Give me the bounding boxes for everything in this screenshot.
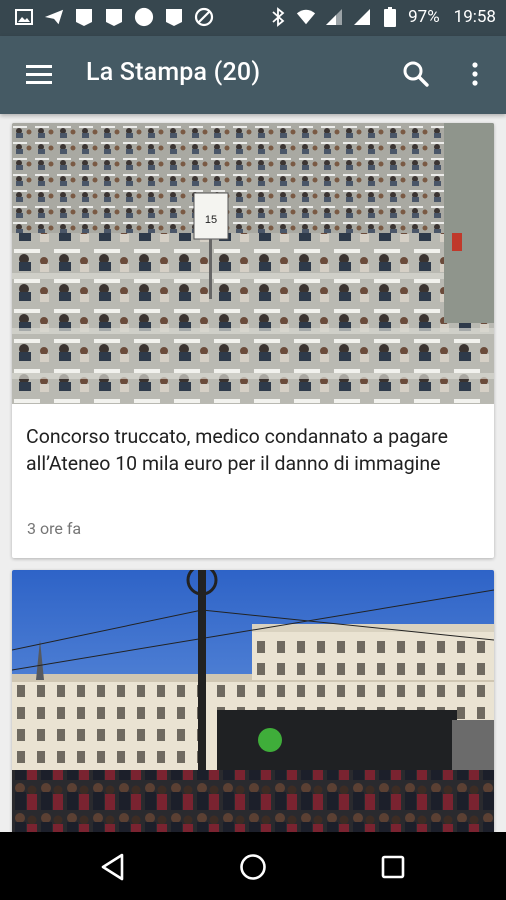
back-icon	[101, 853, 124, 881]
article-time: 3 ore fa	[27, 519, 82, 538]
home-icon	[240, 854, 266, 880]
signal-icon	[324, 6, 344, 28]
battery-icon	[380, 6, 400, 28]
wifi-icon	[296, 6, 316, 28]
send-icon	[44, 7, 64, 27]
blocked-icon	[194, 7, 214, 27]
search-icon	[403, 61, 429, 87]
status-right-icons: 97% 19:58	[268, 6, 496, 28]
article-card[interactable]	[12, 570, 494, 840]
menu-button[interactable]	[22, 58, 56, 92]
menu-icon	[26, 65, 52, 84]
notification-icon	[104, 7, 124, 27]
article-card[interactable]: 15 Concorso truccato, medico condannato …	[12, 123, 494, 558]
image-icon	[14, 7, 34, 27]
search-button[interactable]	[398, 56, 434, 92]
status-left-icons	[14, 7, 214, 27]
status-time: 19:58	[453, 7, 496, 27]
more-options-button[interactable]	[462, 56, 488, 92]
recents-icon	[381, 855, 405, 879]
back-button[interactable]	[96, 850, 130, 884]
signal-icon	[352, 6, 372, 28]
circle-icon	[134, 7, 154, 27]
page-title: La Stampa (20)	[86, 58, 261, 87]
article-image	[12, 570, 494, 840]
navigation-bar	[0, 832, 506, 900]
app-bar: La Stampa (20)	[0, 36, 506, 114]
notification-icon	[164, 7, 184, 27]
battery-percent: 97%	[408, 7, 440, 27]
bluetooth-icon	[268, 6, 288, 28]
home-button[interactable]	[236, 850, 270, 884]
more-vert-icon	[472, 62, 478, 86]
notification-icon	[74, 7, 94, 27]
svg-text:15: 15	[205, 214, 217, 226]
article-image: 15	[12, 123, 494, 404]
article-title: Concorso truccato, medico condannato a p…	[26, 425, 448, 475]
recents-button[interactable]	[376, 850, 410, 884]
status-bar: 97% 19:58	[0, 0, 506, 36]
